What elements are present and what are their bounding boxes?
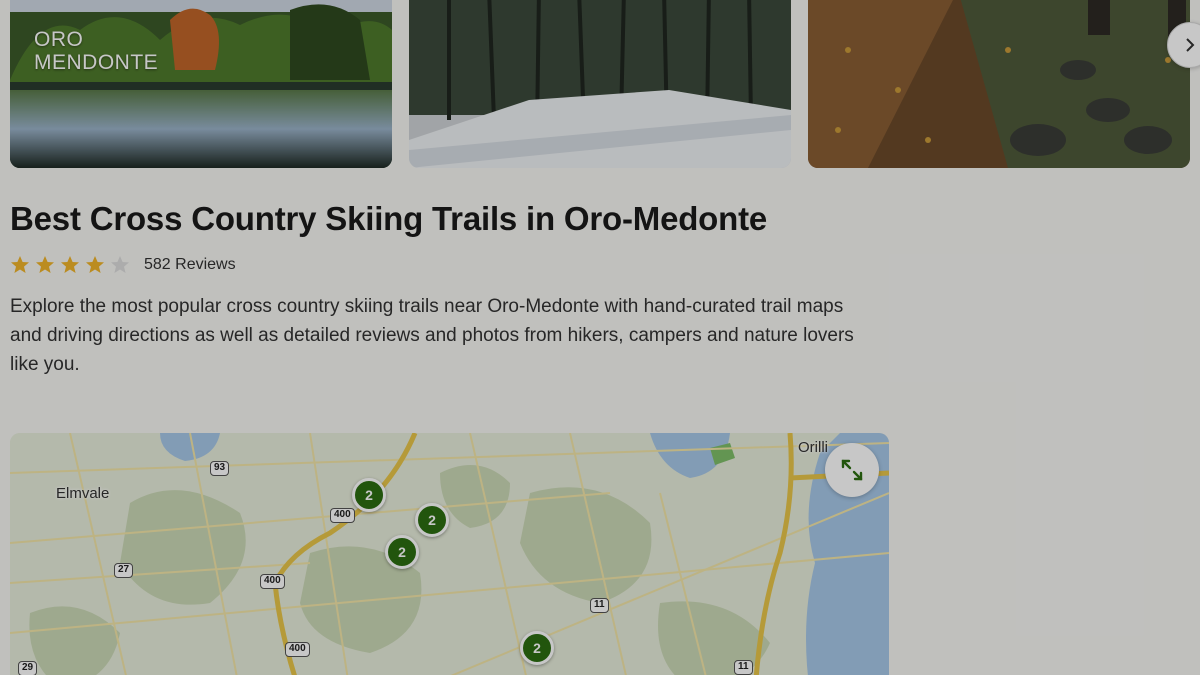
highway-shield: 400: [260, 574, 285, 589]
place-label-elmvale: Elmvale: [56, 485, 110, 502]
place-label-orillia: Orilli: [798, 439, 828, 456]
page-title: Best Cross Country Skiing Trails in Oro-…: [10, 200, 768, 237]
highway-shield: 29: [18, 661, 38, 675]
location-label: ORO MENDONTE: [34, 28, 159, 74]
star-filled-icon: [86, 256, 104, 273]
map-base-image: [10, 433, 889, 675]
page-description: Explore the most popular cross country s…: [10, 296, 854, 375]
rating-row[interactable]: 582 Reviews: [10, 253, 236, 277]
photo-leafy-trail[interactable]: [808, 0, 1190, 168]
star-empty-icon: [111, 256, 129, 273]
map-expand-button[interactable]: [825, 443, 879, 497]
trail-cluster-marker[interactable]: 2: [385, 535, 419, 569]
highway-shield: 27: [114, 563, 134, 578]
trail-map[interactable]: Elmvale Orilli 93 400 27 400 11 400 29 1…: [10, 433, 889, 675]
photo-lake-autumn[interactable]: ORO MENDONTE: [10, 0, 392, 168]
photo-snowy-forest[interactable]: [409, 0, 791, 168]
snow-forest-photo-image: [409, 0, 791, 168]
trail-cluster-marker[interactable]: 2: [352, 478, 386, 512]
star-filled-icon: [36, 256, 54, 273]
expand-icon: [841, 459, 863, 481]
trail-photo-image: [808, 0, 1190, 168]
trail-cluster-marker[interactable]: 2: [415, 503, 449, 537]
highway-shield: 400: [330, 508, 355, 523]
lake-photo-image: [10, 0, 392, 168]
chevron-right-icon: [1186, 38, 1195, 52]
reviews-count[interactable]: 582 Reviews: [144, 256, 236, 274]
trail-cluster-marker[interactable]: 2: [520, 631, 554, 665]
highway-shield: 11: [734, 660, 753, 675]
highway-shield: 93: [210, 461, 230, 476]
highway-shield: 11: [590, 598, 609, 613]
star-filled-icon: [61, 256, 79, 273]
star-filled-icon: [11, 256, 29, 273]
highway-shield: 400: [285, 642, 310, 657]
